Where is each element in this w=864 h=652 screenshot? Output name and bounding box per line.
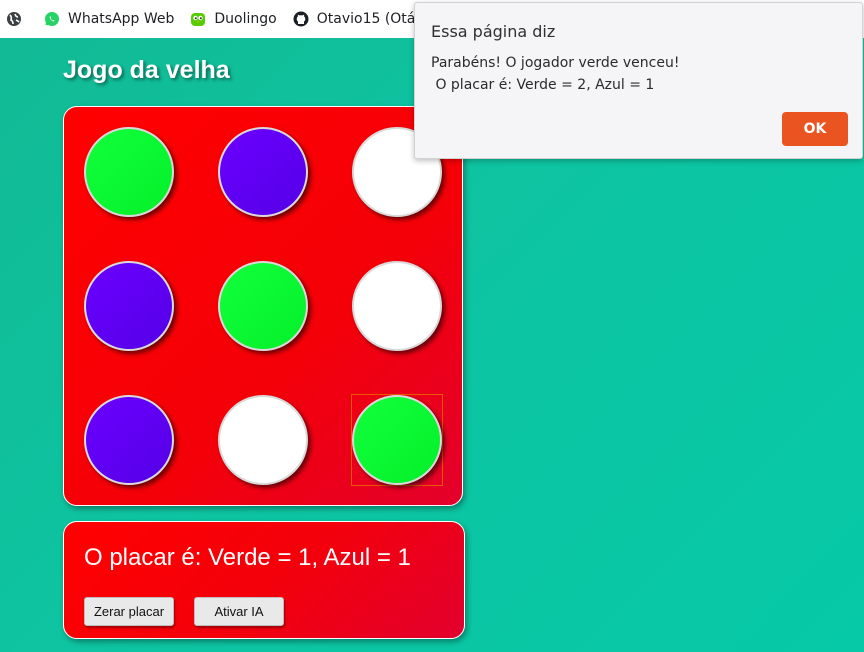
blue-piece bbox=[84, 395, 174, 485]
bookmark-github[interactable]: Otavio15 (Otá... bbox=[293, 11, 429, 27]
board-cell-2-1[interactable] bbox=[84, 261, 174, 351]
duolingo-icon bbox=[191, 13, 206, 26]
whatsapp-icon bbox=[45, 12, 59, 26]
board-cell-3-3[interactable] bbox=[351, 394, 443, 486]
empty-piece bbox=[352, 261, 442, 351]
dialog-message: O placar é: Verde = 2, Azul = 1 bbox=[431, 77, 655, 93]
bookmark-whatsapp[interactable]: WhatsApp Web bbox=[44, 11, 174, 27]
score-text: O placar é: Verde = 1, Azul = 1 bbox=[84, 544, 411, 571]
board-cell-1-2[interactable] bbox=[218, 127, 308, 217]
bookmark-globe[interactable] bbox=[6, 11, 22, 27]
dialog-title: Essa página diz bbox=[431, 22, 556, 41]
score-panel: O placar é: Verde = 1, Azul = 1 Zerar pl… bbox=[63, 521, 465, 639]
reset-score-button[interactable]: Zerar placar bbox=[84, 597, 174, 626]
green-piece bbox=[352, 395, 442, 485]
empty-piece bbox=[218, 395, 308, 485]
board-cell-3-1[interactable] bbox=[84, 395, 174, 485]
bookmark-duolingo[interactable]: Duolingo bbox=[190, 11, 277, 27]
board-cell-1-1[interactable] bbox=[84, 127, 174, 217]
green-piece bbox=[218, 261, 308, 351]
game-board bbox=[63, 106, 463, 506]
ok-button[interactable]: OK bbox=[782, 112, 848, 146]
page-title: Jogo da velha bbox=[63, 56, 230, 84]
dialog-message: Parabéns! O jogador verde venceu! bbox=[431, 55, 680, 71]
bookmark-label: Duolingo bbox=[214, 11, 277, 27]
blue-piece bbox=[84, 261, 174, 351]
board-cell-2-2[interactable] bbox=[218, 261, 308, 351]
alert-dialog: Essa página diz Parabéns! O jogador verd… bbox=[414, 2, 863, 159]
blue-piece bbox=[218, 127, 308, 217]
green-piece bbox=[84, 127, 174, 217]
board-cell-2-3[interactable] bbox=[352, 261, 442, 351]
globe-icon bbox=[7, 12, 21, 26]
board-cell-3-2[interactable] bbox=[218, 395, 308, 485]
bookmark-label: WhatsApp Web bbox=[68, 11, 175, 27]
enable-ai-button[interactable]: Ativar IA bbox=[194, 597, 284, 626]
github-icon bbox=[293, 11, 309, 27]
bookmark-label: Otavio15 (Otá... bbox=[316, 11, 429, 27]
